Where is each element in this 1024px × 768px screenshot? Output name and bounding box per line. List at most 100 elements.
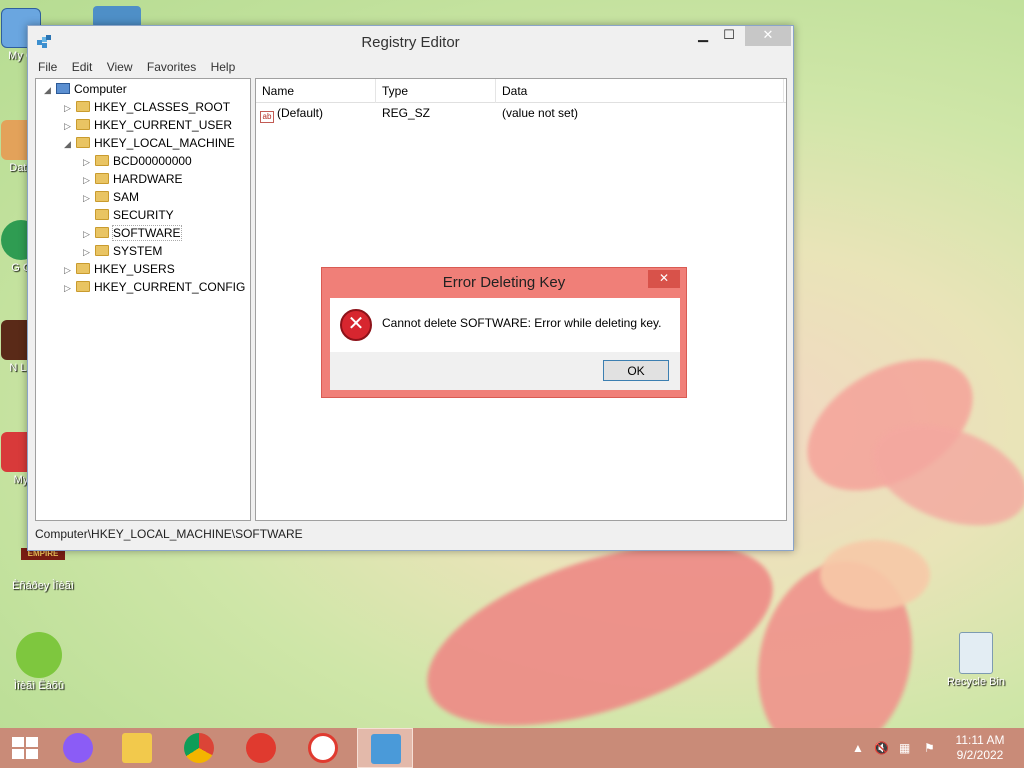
desktop-icon-empire-game[interactable]: EMPIRE Èñáðey Ìîèãì	[3, 548, 83, 592]
tree-item-label: HARDWARE	[113, 172, 183, 186]
dialog-body: ✕ Cannot delete SOFTWARE: Error while de…	[330, 298, 680, 352]
recycle-bin-icon	[959, 632, 993, 674]
menu-favorites[interactable]: Favorites	[147, 58, 196, 76]
clock-date: 9/2/2022	[956, 748, 1004, 762]
desktop-icon-game-controller[interactable]: Ìîèãì Ëàõû	[3, 632, 75, 692]
clock[interactable]: 11:11 AM 9/2/2022	[948, 733, 1012, 763]
tree-item-hkey-users[interactable]: ▷ HKEY_USERS	[64, 260, 175, 278]
ok-button[interactable]: OK	[603, 360, 669, 381]
dialog-message: Cannot delete SOFTWARE: Error while dele…	[382, 316, 662, 330]
desktop-icon-recycle-bin[interactable]: Recycle Bin	[940, 632, 1012, 688]
tree-item-bcd00000000[interactable]: ▷ BCD00000000	[83, 152, 192, 170]
close-button[interactable]: ✕	[745, 26, 791, 46]
folder-icon	[76, 101, 90, 112]
tree-item-hkey-classes-root[interactable]: ▷ HKEY_CLASSES_ROOT	[64, 98, 230, 116]
taskbar-yandex-browser[interactable]	[233, 728, 289, 768]
desktop-icon-label: Recycle Bin	[946, 676, 1006, 688]
string-value-icon: ab	[260, 111, 274, 123]
tree-item-label: BCD00000000	[113, 154, 192, 168]
folder-icon	[95, 227, 109, 238]
dialog-footer: OK	[330, 352, 680, 390]
column-header-name[interactable]: Name	[256, 79, 376, 103]
chrome-icon	[184, 733, 214, 763]
tree-item-hkey-current-config[interactable]: ▷ HKEY_CURRENT_CONFIG	[64, 278, 245, 296]
yandex-icon	[246, 733, 276, 763]
collapse-arrow-icon[interactable]: ◢	[44, 81, 56, 99]
volume-muted-icon[interactable]: 🔇	[874, 741, 889, 755]
expand-arrow-icon[interactable]: ▷	[64, 117, 76, 135]
tree-item-label: SYSTEM	[113, 244, 163, 258]
folder-icon	[95, 191, 109, 202]
show-hidden-icons-button[interactable]: ▲	[852, 741, 864, 755]
wallpaper-petal	[820, 540, 930, 610]
maximize-button[interactable]: ☐	[716, 26, 742, 46]
tree-item-system[interactable]: ▷ SYSTEM	[83, 242, 162, 260]
collapse-arrow-icon[interactable]: ◢	[64, 135, 76, 153]
taskbar-yandex[interactable]	[295, 728, 351, 768]
menu-help[interactable]: Help	[211, 58, 236, 76]
window-title: Registry Editor	[361, 34, 460, 51]
registry-tree[interactable]: ◢ Computer ▷ HKEY_CLASSES_ROOT ▷ HKEY_CURRE…	[35, 78, 251, 521]
yandex-y-icon	[308, 733, 338, 763]
menu-edit[interactable]: Edit	[72, 58, 93, 76]
expand-arrow-icon[interactable]: ▷	[64, 99, 76, 117]
tree-item-label: HKEY_CURRENT_CONFIG	[94, 280, 246, 294]
tree-item-hardware[interactable]: ▷ HARDWARE	[83, 170, 183, 188]
error-dialog: Error Deleting Key ✕ ✕ Cannot delete SOF…	[321, 267, 687, 398]
tree-item-label: HKEY_CLASSES_ROOT	[94, 100, 231, 114]
computer-icon	[56, 83, 70, 94]
start-button[interactable]	[0, 728, 56, 768]
network-icon[interactable]: ▦	[899, 741, 910, 755]
folder-icon	[76, 137, 90, 148]
column-header-data[interactable]: Data	[496, 79, 784, 103]
taskbar-registry-editor[interactable]	[357, 728, 413, 768]
tree-item-label: HKEY_USERS	[94, 262, 175, 276]
expand-arrow-icon[interactable]: ▷	[83, 243, 95, 261]
expand-arrow-icon[interactable]: ▷	[64, 279, 76, 297]
title-bar[interactable]: Registry Editor ▁ ☐ ✕	[28, 26, 793, 58]
tree-item-label: Computer	[74, 82, 127, 96]
alice-icon	[63, 733, 93, 763]
tree-item-label: SECURITY	[113, 208, 174, 222]
folder-icon	[122, 733, 152, 763]
error-icon: ✕	[340, 309, 372, 341]
folder-icon	[76, 281, 90, 292]
value-data: (value not set)	[502, 106, 579, 120]
menu-view[interactable]: View	[107, 58, 133, 76]
taskbar-chrome[interactable]	[171, 728, 227, 768]
taskbar-alice[interactable]	[50, 728, 106, 768]
folder-icon	[95, 173, 109, 184]
expand-arrow-icon[interactable]: ▷	[83, 153, 95, 171]
tree-item-hkey-local-machine[interactable]: ◢ HKEY_LOCAL_MACHINE	[64, 134, 235, 152]
column-header-type[interactable]: Type	[376, 79, 496, 103]
menu-file[interactable]: File	[38, 58, 57, 76]
folder-icon	[95, 155, 109, 166]
tree-item-software[interactable]: ▷ SOFTWARE	[83, 224, 182, 243]
expand-arrow-icon[interactable]: ▷	[83, 189, 95, 207]
action-center-icon[interactable]: ⚑	[924, 741, 935, 755]
expand-arrow-icon[interactable]: ▷	[83, 225, 95, 243]
taskbar-file-explorer[interactable]	[109, 728, 165, 768]
tree-item-hkey-current-user[interactable]: ▷ HKEY_CURRENT_USER	[64, 116, 232, 134]
folder-icon	[95, 209, 109, 220]
game-controller-icon	[16, 632, 62, 678]
menu-bar: File Edit View Favorites Help	[28, 58, 793, 78]
windows-icon	[12, 737, 38, 759]
dialog-close-button[interactable]: ✕	[648, 270, 680, 288]
value-name: (Default)	[277, 106, 324, 120]
folder-icon	[95, 245, 109, 256]
tree-line	[83, 207, 95, 225]
clock-time: 11:11 AM	[955, 733, 1005, 747]
desktop-icon-label: Èñáðey Ìîèãì	[12, 580, 74, 592]
tree-item-security[interactable]: SECURITY	[83, 206, 174, 224]
tree-item-sam[interactable]: ▷ SAM	[83, 188, 139, 206]
folder-icon	[76, 263, 90, 274]
tree-item-computer[interactable]: ◢ Computer	[44, 80, 127, 98]
list-header: Name Type Data	[256, 79, 786, 103]
status-bar: Computer\HKEY_LOCAL_MACHINE\SOFTWARE	[35, 527, 303, 541]
minimize-button[interactable]: ▁	[690, 26, 716, 46]
list-row[interactable]: ab (Default) REG_SZ (value not set)	[256, 103, 786, 123]
expand-arrow-icon[interactable]: ▷	[64, 261, 76, 279]
expand-arrow-icon[interactable]: ▷	[83, 171, 95, 189]
registry-editor-icon	[371, 734, 401, 764]
